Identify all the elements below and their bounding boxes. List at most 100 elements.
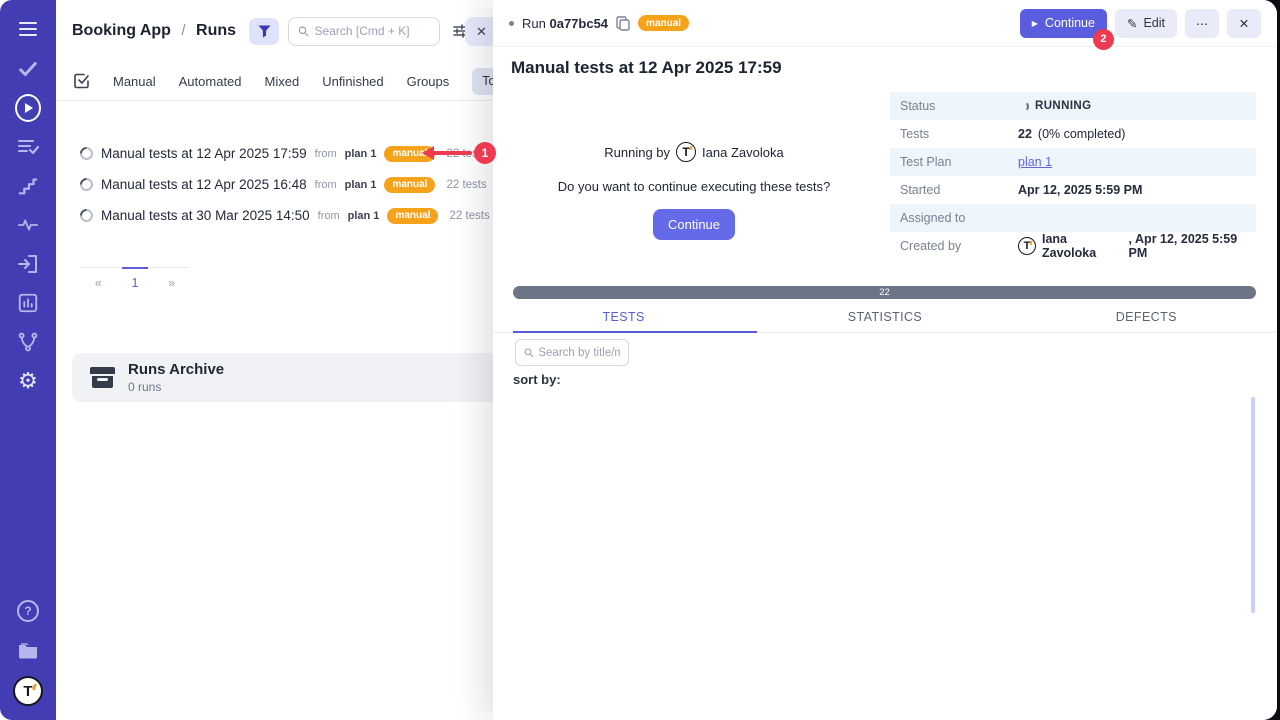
pagination: « 1 » bbox=[80, 267, 190, 298]
tab-tests[interactable]: TESTS bbox=[493, 302, 754, 332]
play-circle-icon[interactable] bbox=[15, 95, 41, 121]
annotation-circle-2: 2 bbox=[1093, 29, 1114, 50]
run-plan-name: plan 1 bbox=[345, 148, 377, 160]
archive-box-icon bbox=[90, 367, 115, 388]
run-id: 0a77bc54 bbox=[549, 16, 608, 31]
run-manual-badge: manual bbox=[384, 177, 435, 193]
spinner-icon bbox=[1018, 101, 1029, 112]
pagination-prev[interactable]: « bbox=[80, 268, 117, 298]
run-detail-header: Run 0a77bc54 manual ▶ Continue 2 ✎ Edit … bbox=[493, 0, 1277, 47]
detail-row-started: Started Apr 12, 2025 5:59 PM bbox=[890, 176, 1256, 204]
runs-page: Booking App / Runs ✕ ManualAutomatedMixe… bbox=[56, 0, 520, 720]
pagination-next[interactable]: » bbox=[153, 268, 190, 298]
help-icon[interactable]: ? bbox=[15, 598, 41, 624]
app-window: ⚙ ? T Booking App / Runs bbox=[0, 0, 1277, 720]
annotation-arrow-1 bbox=[433, 151, 472, 155]
menu-icon[interactable] bbox=[15, 16, 41, 42]
run-from-label: from bbox=[315, 179, 337, 191]
ellipsis-icon: ⋯ bbox=[1196, 16, 1209, 31]
progress-count: 22 bbox=[879, 287, 890, 298]
pulse-icon[interactable] bbox=[15, 212, 41, 238]
run-detail-panel: Run 0a77bc54 manual ▶ Continue 2 ✎ Edit … bbox=[493, 0, 1277, 720]
creator-name: Iana Zavoloka bbox=[1042, 232, 1123, 260]
sidebar: ⚙ ? T bbox=[0, 0, 56, 720]
continue-button[interactable]: ▶ Continue 2 bbox=[1020, 9, 1107, 38]
runner-avatar: T bbox=[676, 142, 696, 162]
tab-groups[interactable]: Groups bbox=[407, 74, 450, 89]
branch-icon[interactable] bbox=[15, 329, 41, 355]
run-progress-icon bbox=[77, 144, 95, 162]
runs-filter-tabs: ManualAutomatedMixedUnfinishedGroupsTo R… bbox=[56, 62, 520, 101]
run-plan-name: plan 1 bbox=[345, 179, 377, 191]
folder-icon[interactable] bbox=[15, 637, 41, 663]
run-from-label: from bbox=[318, 210, 340, 222]
run-tests-count: 22 tests bbox=[449, 210, 489, 222]
annotation-circle-1: 1 bbox=[474, 142, 496, 164]
assignees bbox=[1018, 213, 1256, 223]
run-list-item[interactable]: Manual tests at 12 Apr 2025 16:48 from p… bbox=[56, 169, 520, 200]
run-progress-icon bbox=[77, 206, 95, 224]
run-tests-count: 22 tests bbox=[446, 179, 486, 191]
search-icon bbox=[524, 347, 533, 358]
tab-defects[interactable]: DEFECTS bbox=[1016, 302, 1277, 332]
active-tab-underline bbox=[513, 331, 757, 333]
tests-search-input[interactable] bbox=[538, 347, 620, 359]
check-icon[interactable] bbox=[15, 56, 41, 82]
tests-search[interactable] bbox=[515, 339, 629, 366]
tests-list bbox=[493, 393, 1251, 718]
gear-icon[interactable]: ⚙ bbox=[15, 368, 41, 394]
box-arrow-icon[interactable] bbox=[15, 251, 41, 277]
search-icon bbox=[298, 25, 309, 37]
test-filters bbox=[513, 339, 1261, 366]
breadcrumb-page: Runs bbox=[196, 22, 236, 39]
breadcrumb[interactable]: Booking App / Runs bbox=[72, 22, 236, 40]
breadcrumb-separator: / bbox=[181, 22, 185, 39]
detail-row-created: Created by TIana Zavoloka, Apr 12, 2025 … bbox=[890, 232, 1256, 260]
creator-avatar: T bbox=[1018, 237, 1036, 255]
close-panel-button[interactable]: ✕ bbox=[1227, 9, 1261, 38]
run-plan-name: plan 1 bbox=[348, 210, 380, 222]
tab-unfinished[interactable]: Unfinished bbox=[322, 74, 383, 89]
runs-archive-card[interactable]: Runs Archive 0 runs bbox=[72, 353, 542, 402]
user-avatar[interactable]: T bbox=[13, 676, 43, 706]
continue-prompt: Running by T Iana Zavoloka Do you want t… bbox=[529, 142, 859, 240]
started-value: Apr 12, 2025 5:59 PM bbox=[1018, 183, 1142, 197]
filter-button[interactable] bbox=[249, 18, 279, 45]
run-item-title[interactable]: Manual tests at 12 Apr 2025 16:48 bbox=[101, 177, 307, 192]
run-list-item[interactable]: Manual tests at 30 Mar 2025 14:50 from p… bbox=[56, 200, 520, 231]
global-search[interactable] bbox=[288, 17, 440, 46]
archive-title: Runs Archive bbox=[128, 361, 224, 378]
created-date: , Apr 12, 2025 5:59 PM bbox=[1129, 232, 1256, 260]
test-plan-link[interactable]: plan 1 bbox=[1018, 155, 1052, 169]
close-icon: ✕ bbox=[1239, 16, 1249, 31]
run-item-title[interactable]: Manual tests at 12 Apr 2025 17:59 bbox=[101, 146, 307, 161]
detail-tabs: TESTS STATISTICS DEFECTS bbox=[493, 302, 1277, 333]
run-item-title[interactable]: Manual tests at 30 Mar 2025 14:50 bbox=[101, 208, 310, 223]
continue-question: Do you want to continue executing these … bbox=[529, 179, 859, 194]
bar-chart-icon[interactable] bbox=[15, 290, 41, 316]
pagination-page-1[interactable]: 1 bbox=[117, 268, 154, 298]
tab-mixed[interactable]: Mixed bbox=[265, 74, 300, 89]
search-input[interactable] bbox=[315, 24, 431, 38]
select-all-icon[interactable] bbox=[74, 73, 90, 89]
list-check-icon[interactable] bbox=[15, 134, 41, 160]
tab-manual[interactable]: Manual bbox=[113, 74, 156, 89]
run-title: Manual tests at 12 Apr 2025 17:59 bbox=[511, 58, 1259, 78]
pencil-icon: ✎ bbox=[1127, 16, 1137, 31]
status-value: RUNNING bbox=[1035, 100, 1091, 112]
run-manual-badge: manual bbox=[387, 208, 438, 224]
run-status-dot bbox=[509, 21, 514, 26]
run-details-table: Status RUNNING Tests 22(0% completed) Te… bbox=[890, 92, 1256, 260]
run-label: Run 0a77bc54 bbox=[522, 16, 608, 31]
tab-statistics[interactable]: STATISTICS bbox=[754, 302, 1015, 332]
tab-automated[interactable]: Automated bbox=[179, 74, 242, 89]
scrollbar-thumb[interactable] bbox=[1251, 397, 1255, 613]
steps-icon[interactable] bbox=[15, 173, 41, 199]
runner-name: Iana Zavoloka bbox=[702, 145, 784, 160]
run-from-label: from bbox=[315, 148, 337, 160]
more-button[interactable]: ⋯ bbox=[1185, 9, 1219, 38]
copy-run-id-button[interactable] bbox=[616, 16, 630, 31]
edit-button[interactable]: ✎ Edit bbox=[1115, 9, 1177, 38]
breadcrumb-project[interactable]: Booking App bbox=[72, 22, 171, 39]
continue-prompt-button[interactable]: Continue bbox=[653, 209, 735, 240]
